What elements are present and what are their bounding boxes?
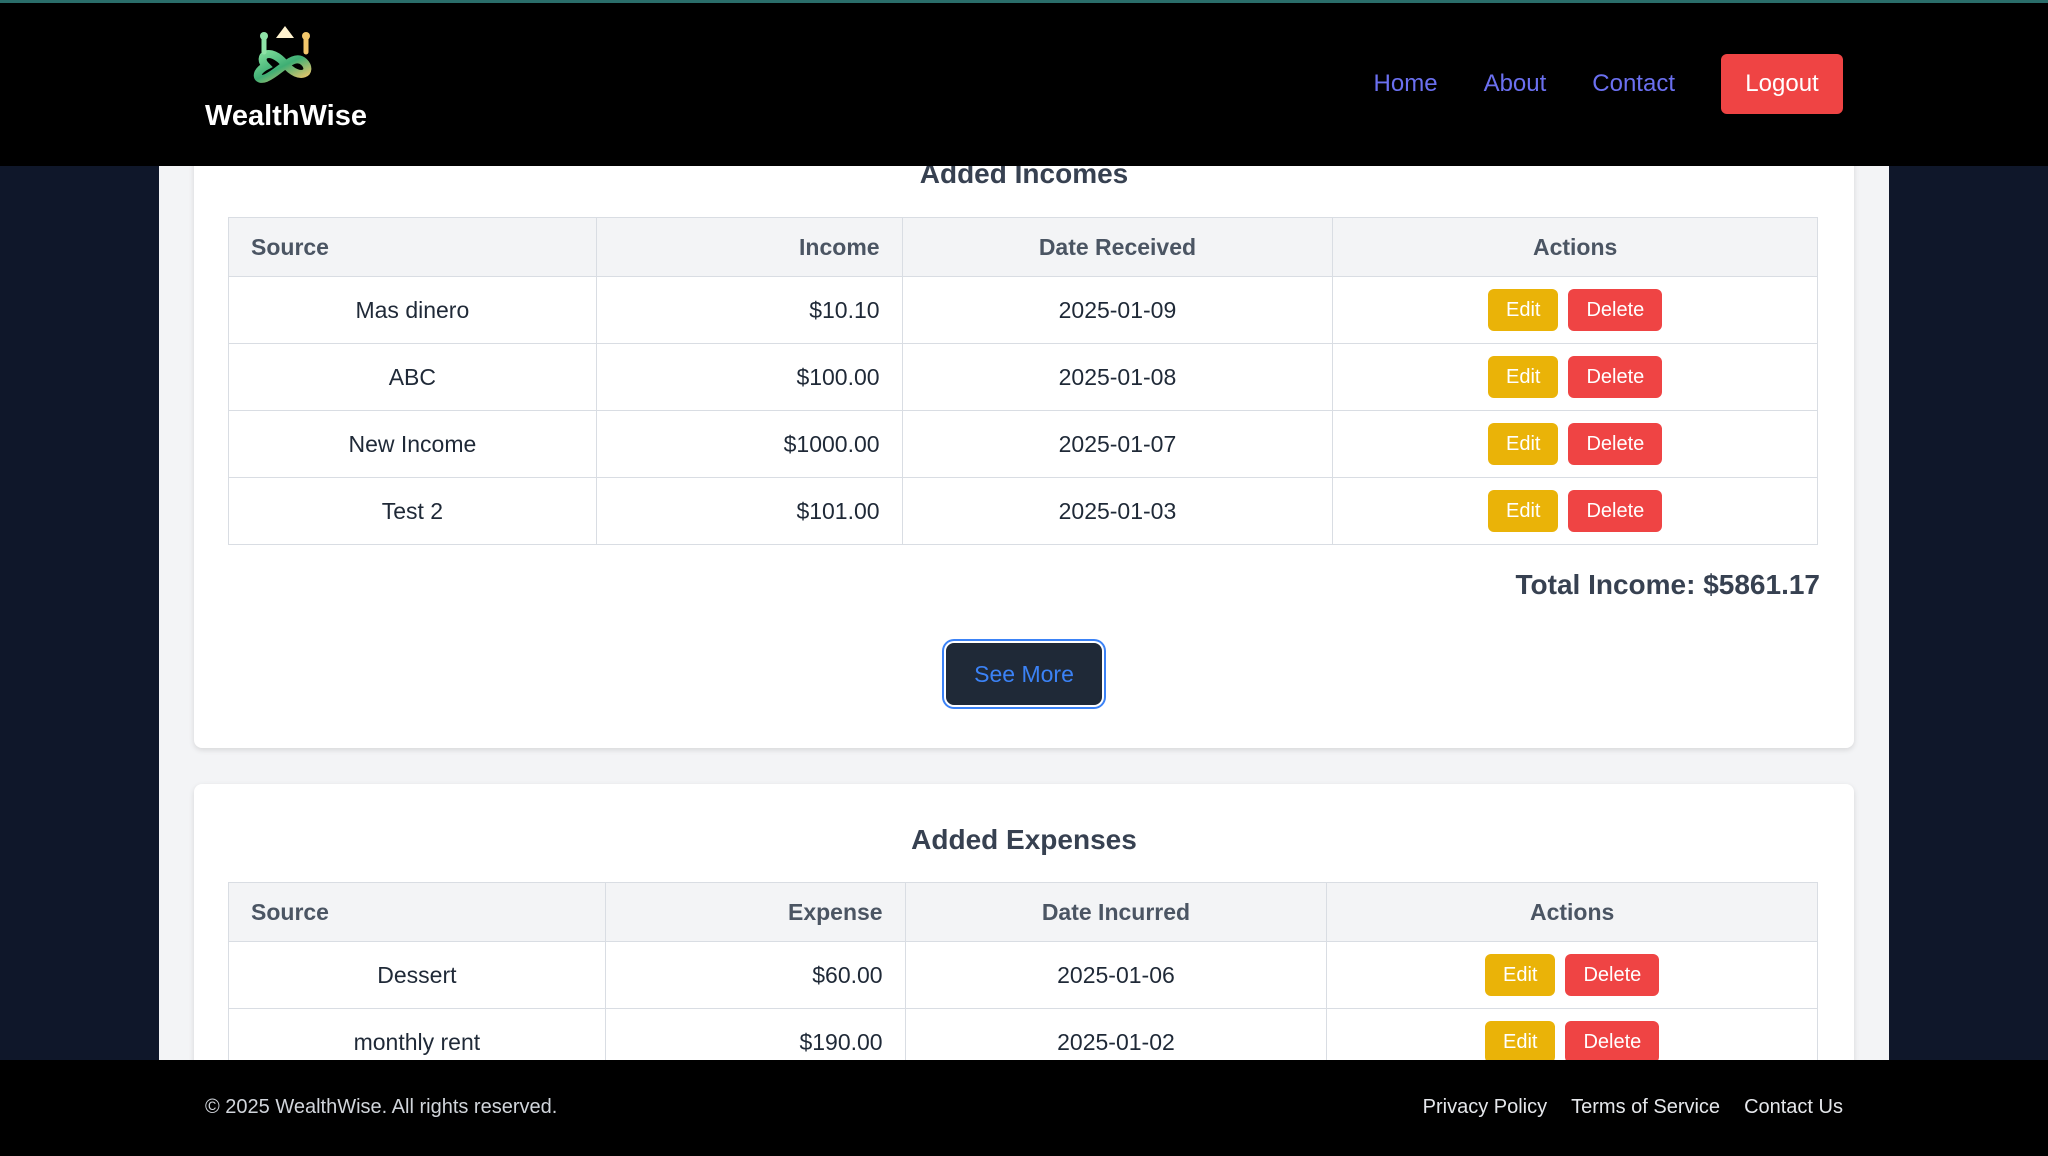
income-source: Test 2	[228, 477, 597, 545]
terms-of-service-link[interactable]: Terms of Service	[1571, 1096, 1720, 1119]
infinity-arrow-logo-icon	[253, 26, 312, 83]
income-source: Mas dinero	[228, 276, 597, 344]
nav-home-link[interactable]: Home	[1374, 70, 1438, 98]
income-date: 2025-01-08	[901, 343, 1334, 411]
logout-button[interactable]: Logout	[1721, 54, 1843, 114]
table-header-row: Source Expense Date Incurred Actions	[228, 882, 1818, 942]
delete-button[interactable]: Delete	[1568, 423, 1663, 465]
edit-button[interactable]: Edit	[1488, 356, 1559, 398]
column-header-income: Income	[595, 217, 903, 277]
table-row: Test 2 $101.00 2025-01-03 Edit Delete	[228, 477, 1818, 545]
privacy-policy-link[interactable]: Privacy Policy	[1423, 1096, 1547, 1119]
income-source: ABC	[228, 343, 597, 411]
main-nav: Home About Contact Logout	[1374, 54, 1843, 114]
income-amount: $101.00	[595, 477, 903, 545]
column-header-actions: Actions	[1332, 217, 1818, 277]
delete-button[interactable]: Delete	[1568, 289, 1663, 331]
expense-amount: $60.00	[604, 941, 906, 1009]
income-date: 2025-01-03	[901, 477, 1334, 545]
total-income: Total Income: $5861.17	[1515, 569, 1821, 600]
incomes-table: Source Income Date Received Actions Mas …	[228, 217, 1818, 545]
column-header-source: Source	[228, 882, 606, 942]
income-amount: $1000.00	[595, 410, 903, 478]
expense-actions: Edit Delete	[1326, 941, 1818, 1009]
column-header-expense: Expense	[604, 882, 906, 942]
expenses-card: Added Expenses Source Expense Date Incur…	[194, 784, 1854, 1104]
expenses-title: Added Expenses	[911, 824, 1137, 855]
incomes-card: Added Incomes Source Income Date Receive…	[194, 146, 1854, 748]
column-header-date-incurred: Date Incurred	[904, 882, 1328, 942]
column-header-date-received: Date Received	[901, 217, 1334, 277]
delete-button[interactable]: Delete	[1568, 356, 1663, 398]
expense-source: Dessert	[228, 941, 606, 1009]
edit-button[interactable]: Edit	[1488, 423, 1559, 465]
edit-button[interactable]: Edit	[1488, 289, 1559, 331]
copyright-text: © 2025 WealthWise. All rights reserved.	[205, 1096, 558, 1118]
income-amount: $100.00	[595, 343, 903, 411]
income-actions: Edit Delete	[1332, 410, 1818, 478]
brand-name: WealthWise	[205, 100, 367, 132]
site-header: WealthWise Home About Contact Logout	[0, 0, 2048, 166]
edit-button[interactable]: Edit	[1488, 490, 1559, 532]
delete-button[interactable]: Delete	[1568, 490, 1663, 532]
table-row: New Income $1000.00 2025-01-07 Edit Delet…	[228, 410, 1818, 478]
edit-button[interactable]: Edit	[1485, 1021, 1556, 1063]
footer-links: Privacy Policy Terms of Service Contact …	[1399, 1096, 1843, 1119]
income-actions: Edit Delete	[1332, 343, 1818, 411]
edit-button[interactable]: Edit	[1485, 954, 1556, 996]
contact-us-link[interactable]: Contact Us	[1744, 1096, 1843, 1119]
income-actions: Edit Delete	[1332, 477, 1818, 545]
delete-button[interactable]: Delete	[1565, 1021, 1660, 1063]
delete-button[interactable]: Delete	[1565, 954, 1660, 996]
income-source: New Income	[228, 410, 597, 478]
income-date: 2025-01-09	[901, 276, 1334, 344]
nav-contact-link[interactable]: Contact	[1592, 70, 1675, 98]
see-more-button[interactable]: See More	[946, 643, 1102, 705]
expense-date: 2025-01-06	[904, 941, 1328, 1009]
table-row: Dessert $60.00 2025-01-06 Edit Delete	[228, 941, 1818, 1009]
column-header-source: Source	[228, 217, 597, 277]
main-content: Added Incomes Source Income Date Receive…	[159, 146, 1889, 1104]
nav-about-link[interactable]: About	[1484, 70, 1547, 98]
income-actions: Edit Delete	[1332, 276, 1818, 344]
top-accent-bar	[0, 0, 2048, 3]
income-amount: $10.10	[595, 276, 903, 344]
income-date: 2025-01-07	[901, 410, 1334, 478]
table-header-row: Source Income Date Received Actions	[228, 217, 1818, 277]
table-row: ABC $100.00 2025-01-08 Edit Delete	[228, 343, 1818, 411]
site-footer: © 2025 WealthWise. All rights reserved. …	[0, 1060, 2048, 1156]
expenses-table: Source Expense Date Incurred Actions Des…	[228, 882, 1818, 1076]
brand[interactable]: WealthWise	[205, 22, 367, 133]
column-header-actions: Actions	[1326, 882, 1818, 942]
table-row: Mas dinero $10.10 2025-01-09 Edit Delete	[228, 276, 1818, 344]
